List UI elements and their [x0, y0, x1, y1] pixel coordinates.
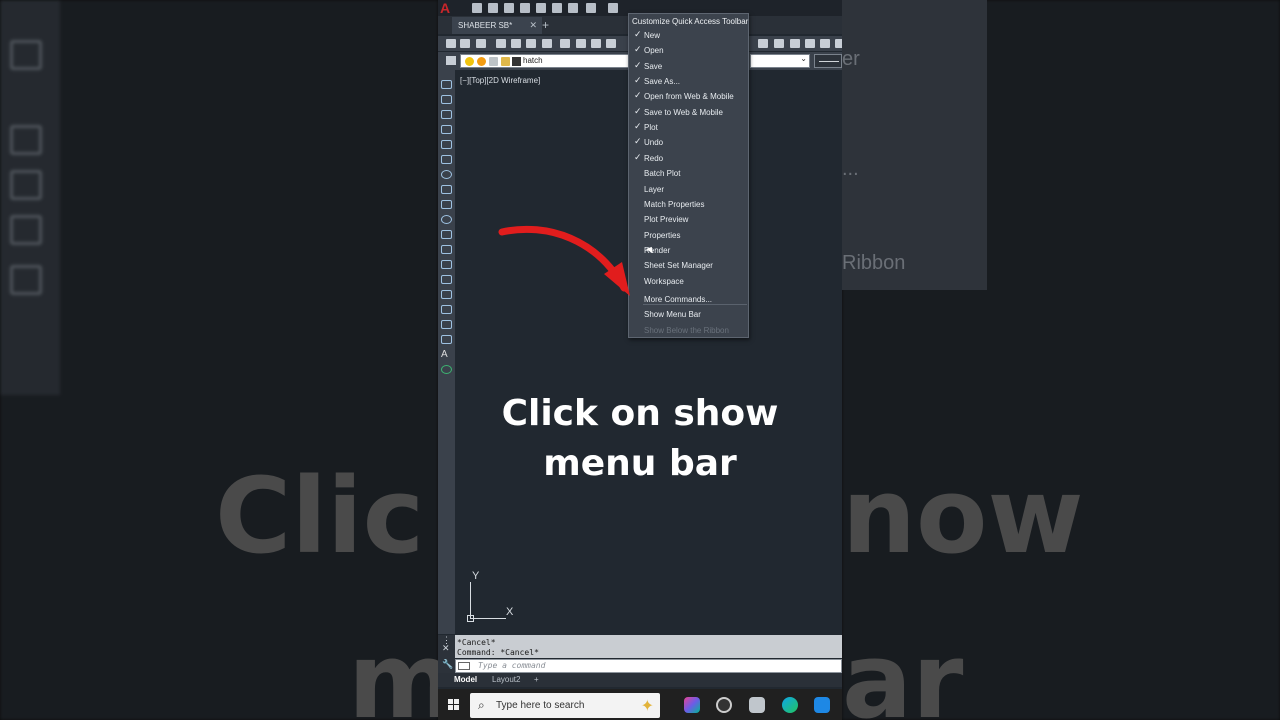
- caption-line: menu bar: [543, 443, 737, 484]
- command-input[interactable]: Type a command: [455, 659, 842, 673]
- app-taskbar-icon[interactable]: [749, 697, 765, 713]
- close-icon[interactable]: ✕: [442, 643, 450, 654]
- ucs-origin-icon: [467, 615, 474, 622]
- ucs-x-axis: [470, 618, 506, 619]
- command-history-line: *Cancel*: [457, 638, 496, 647]
- customize-wrench-icon[interactable]: 🔧: [442, 659, 453, 670]
- layout-tab-bar: Model Layout2 +: [438, 673, 842, 687]
- ucs-y-label: Y: [472, 570, 480, 582]
- ucs-icon: Y X: [467, 570, 518, 624]
- blurred-menu-text: er: [842, 48, 860, 70]
- search-placeholder: Type here to search: [496, 700, 585, 711]
- add-layout-button[interactable]: +: [534, 675, 539, 684]
- blurred-toolbar: [0, 0, 60, 395]
- blurred-tool-icon: [10, 125, 42, 155]
- blurred-tool-icon: [10, 40, 42, 70]
- ucs-x-label: X: [506, 606, 514, 618]
- blurred-tool-icon: [10, 215, 42, 245]
- video-caption: Click on show menu bar: [438, 389, 842, 489]
- command-line-side: ⋮ ✕ 🔧: [438, 635, 455, 675]
- blurred-caption-text: ar: [842, 620, 964, 720]
- app-taskbar-icon[interactable]: [814, 697, 830, 713]
- blurred-caption-text: Clic: [215, 455, 425, 577]
- caption-line: Click on show: [501, 393, 779, 434]
- blurred-menu-text: Ribbon: [842, 252, 906, 274]
- windows-taskbar: ⌕ Type here to search ✦: [438, 689, 842, 720]
- tab-model[interactable]: Model: [454, 675, 477, 684]
- blurred-menu: er ... Ribbon: [842, 0, 987, 290]
- taskbar-search-box[interactable]: ⌕ Type here to search ✦: [470, 693, 660, 718]
- blurred-caption-text: now: [842, 455, 1084, 577]
- autocad-window: A SHABEER SB* ✕ + hatch ⌄ A [−][Top][2D …: [438, 0, 842, 720]
- edge-browser-icon[interactable]: [782, 697, 798, 713]
- blurred-background-left: [0, 0, 438, 720]
- search-icon: ⌕: [478, 698, 485, 712]
- ucs-y-axis: [470, 582, 471, 618]
- windows-start-icon[interactable]: [448, 699, 460, 711]
- red-arrow-annotation: [498, 225, 630, 296]
- autocad-taskbar-icon[interactable]: [716, 697, 732, 713]
- blurred-tool-icon: [10, 170, 42, 200]
- command-history-line: Command: *Cancel*: [457, 648, 539, 657]
- copilot-sparkle-icon: ✦: [640, 698, 654, 715]
- command-prompt-icon[interactable]: [458, 662, 470, 670]
- arrow-shaft: [498, 225, 628, 292]
- blurred-tool-icon: [10, 265, 42, 295]
- tab-layout2[interactable]: Layout2: [492, 675, 520, 684]
- blurred-menu-text: ...: [842, 158, 859, 180]
- copilot-icon[interactable]: [684, 697, 700, 713]
- video-frame: er ... Ribbon Clic now m ar A SHABEER SB…: [0, 0, 1280, 720]
- command-input-placeholder: Type a command: [478, 661, 546, 670]
- command-history: *Cancel* Command: *Cancel*: [455, 635, 842, 658]
